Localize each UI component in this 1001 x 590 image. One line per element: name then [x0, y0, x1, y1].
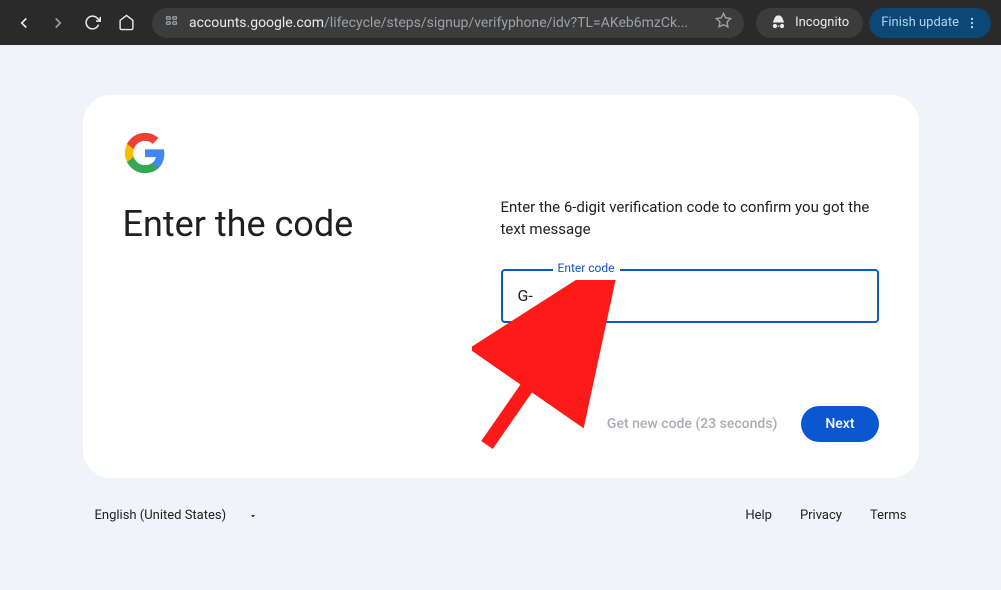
finish-update-button[interactable]: Finish update	[869, 8, 991, 38]
browser-toolbar: accounts.google.com/lifecycle/steps/sign…	[0, 0, 1001, 45]
next-button[interactable]: Next	[801, 406, 878, 442]
language-select[interactable]: English (United States)	[95, 508, 259, 523]
page-title: Enter the code	[123, 203, 501, 245]
action-row: Get new code (23 seconds) Next	[607, 406, 879, 442]
code-input-label: Enter code	[553, 261, 620, 275]
privacy-link[interactable]: Privacy	[800, 508, 842, 523]
page-content: Enter the code Enter the 6-digit verific…	[0, 45, 1001, 590]
back-button[interactable]	[10, 9, 38, 37]
home-button[interactable]	[112, 9, 140, 37]
bookmark-star-icon[interactable]	[707, 12, 732, 33]
more-icon	[965, 16, 979, 30]
terms-link[interactable]: Terms	[870, 508, 907, 523]
footer-links: Help Privacy Terms	[745, 508, 906, 523]
code-input-wrapper: Enter code	[501, 269, 879, 323]
help-link[interactable]: Help	[745, 508, 772, 523]
google-logo-icon	[123, 131, 167, 175]
incognito-label: Incognito	[795, 15, 849, 30]
card-left-column: Enter the code	[123, 131, 501, 442]
code-input[interactable]	[501, 269, 879, 323]
page-footer: English (United States) Help Privacy Ter…	[83, 498, 919, 533]
chevron-down-icon	[248, 511, 258, 521]
page-subtitle: Enter the 6-digit verification code to c…	[501, 197, 879, 241]
card-right-column: Enter the 6-digit verification code to c…	[501, 131, 879, 442]
site-settings-icon[interactable]	[164, 13, 179, 32]
incognito-icon	[770, 14, 787, 31]
language-label: English (United States)	[95, 508, 227, 523]
reload-button[interactable]	[78, 9, 106, 37]
signup-card: Enter the code Enter the 6-digit verific…	[83, 95, 919, 478]
url-path: /lifecycle/steps/signup/verifyphone/idv?…	[324, 15, 688, 31]
url-domain: accounts.google.com	[189, 15, 324, 31]
forward-button[interactable]	[44, 9, 72, 37]
get-new-code-button: Get new code (23 seconds)	[607, 416, 777, 432]
address-bar[interactable]: accounts.google.com/lifecycle/steps/sign…	[152, 8, 744, 38]
incognito-indicator[interactable]: Incognito	[756, 8, 863, 38]
finish-update-label: Finish update	[881, 15, 959, 30]
